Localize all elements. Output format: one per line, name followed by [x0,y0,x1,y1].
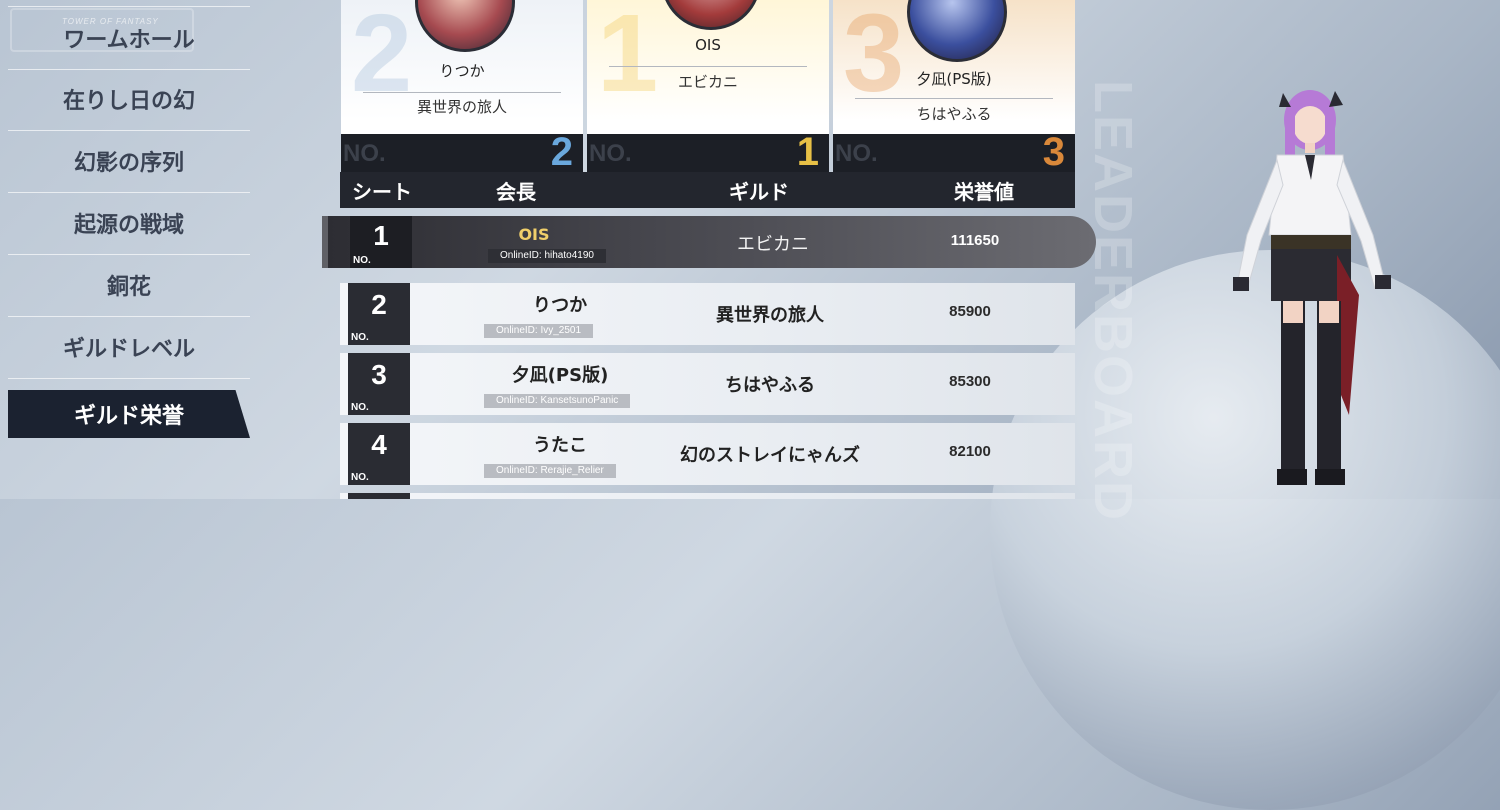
rank-no-label: NO. [589,140,632,167]
sidebar-item-label: ギルド栄誉 [73,404,184,429]
column-header-score: 栄誉値 [954,180,1014,204]
rank-number: 3 [371,359,387,390]
rank-badge: 1 NO. [350,216,412,268]
rank-badge: 3 NO. [348,353,410,415]
guild-leader-name: 夕凪(PS版) [511,365,609,386]
online-id-tag: OnlineID: Rerajie_Relier [484,464,616,478]
honor-score: 111650 [950,232,1000,249]
podium-rank-watermark: 3 [843,0,905,115]
column-header-seat: シート [352,180,412,204]
online-id-tag: OnlineID: hihato4190 [488,249,606,263]
guild-name: ちはやふる [725,375,815,396]
sidebar-item-bronze-flower[interactable]: 銅花 [8,254,250,317]
rank-no-label: NO. [353,255,371,266]
sidebar-item-wormhole[interactable]: ワームホール [8,6,250,70]
guild-leader-name: うたこ [533,435,587,456]
podium-player-name: 夕凪(PS版) [916,70,992,88]
table-row[interactable]: 4 NO. うたこ OnlineID: Rerajie_Relier 幻のストレ… [340,423,1075,485]
rank-no-label: NO. [343,140,386,167]
guild-leader-name: りつか [532,295,588,316]
honor-score: 85900 [949,303,991,320]
leaderboard-watermark: LEADERBOARD [1083,80,1143,523]
guild-leader-name: OIS [518,225,550,244]
sidebar-item-phantom-ranking[interactable]: 幻影の序列 [8,130,250,193]
sidebar-item-label: ギルドレベル [62,337,195,362]
honor-score: 85300 [949,373,991,390]
guild-name: エビカニ [737,234,809,255]
sidebar-item-origin-war[interactable]: 起源の戦域 [8,192,250,255]
table-row-selected[interactable]: 1 NO. OIS OnlineID: hihato4190 エビカニ 1116… [322,216,1096,268]
table-row[interactable] [340,493,1075,499]
honor-score: 82100 [949,443,991,460]
sidebar-item-label: 銅花 [106,275,151,300]
rank-no-label: NO. [835,140,878,167]
online-id-tag: OnlineID: KansetsunoPanic [484,394,631,408]
divider [855,98,1053,99]
podium-card-rank-2[interactable]: 2 りつか 異世界の旅人 NO. 2 [341,0,583,174]
rank-badge [348,493,410,499]
rank-no-label: NO. [351,332,369,343]
avatar [415,0,515,52]
divider [609,66,807,67]
podium-rank-watermark: 1 [597,0,659,115]
rank-number: 4 [371,429,387,460]
sidebar-item-guild-honor[interactable]: ギルド栄誉 [8,390,250,438]
podium-guild-name: エビカニ [677,73,738,91]
guild-name: 異世界の旅人 [716,305,824,326]
rank-badge: 2 NO. [348,283,410,345]
avatar [907,0,1007,62]
avatar [661,0,761,30]
sidebar-item-label: 在りし日の幻 [62,89,195,114]
podium-player-name: りつか [439,62,485,80]
podium-rank-bar: NO. 1 [587,130,829,174]
sidebar-item-label: 幻影の序列 [73,151,184,176]
column-header-leader: 会長 [496,180,536,204]
character-illustration [1233,90,1391,485]
podium-rank-bar: NO. 3 [833,130,1075,174]
sidebar-item-phantom-past[interactable]: 在りし日の幻 [8,68,250,131]
sidebar-item-label: ワームホール [63,28,195,53]
rank-badge: 4 NO. [348,423,410,485]
podium-rank-bar: NO. 2 [341,130,583,174]
sidebar-item-label: 起源の戦域 [73,213,184,238]
podium-card-rank-3[interactable]: 3 夕凪(PS版) ちはやふる NO. 3 [833,0,1075,174]
podium-rank-number: 1 [796,130,819,174]
category-sidebar: TOWER OF FANTASY ワームホール 在りし日の幻 幻影の序列 起源の… [0,0,260,499]
rank-no-label: NO. [351,402,369,413]
leaderboard-table-header: シート 会長 ギルド 栄誉値 [340,172,1075,208]
divider [363,92,561,93]
sidebar-item-guild-level[interactable]: ギルドレベル [8,316,250,379]
podium-rank-number: 3 [1042,130,1065,174]
rank-number: 1 [373,220,389,251]
guild-name: 幻のストレイにゃんズ [680,445,860,466]
podium-player-name: OIS [695,36,721,54]
column-header-guild: ギルド [729,180,789,204]
online-id-tag: OnlineID: Ivy_2501 [484,324,594,338]
podium-rank-number: 2 [550,130,573,174]
rank-no-label: NO. [351,472,369,483]
podium-card-rank-1[interactable]: 1 OIS エビカニ NO. 1 [587,0,829,174]
podium-guild-name: ちはやふる [916,105,992,123]
table-row[interactable]: 3 NO. 夕凪(PS版) OnlineID: KansetsunoPanic … [340,353,1075,415]
podium-guild-name: 異世界の旅人 [416,98,507,116]
table-row[interactable]: 2 NO. りつか OnlineID: Ivy_2501 異世界の旅人 8590… [340,283,1075,345]
rank-number: 2 [371,289,387,320]
